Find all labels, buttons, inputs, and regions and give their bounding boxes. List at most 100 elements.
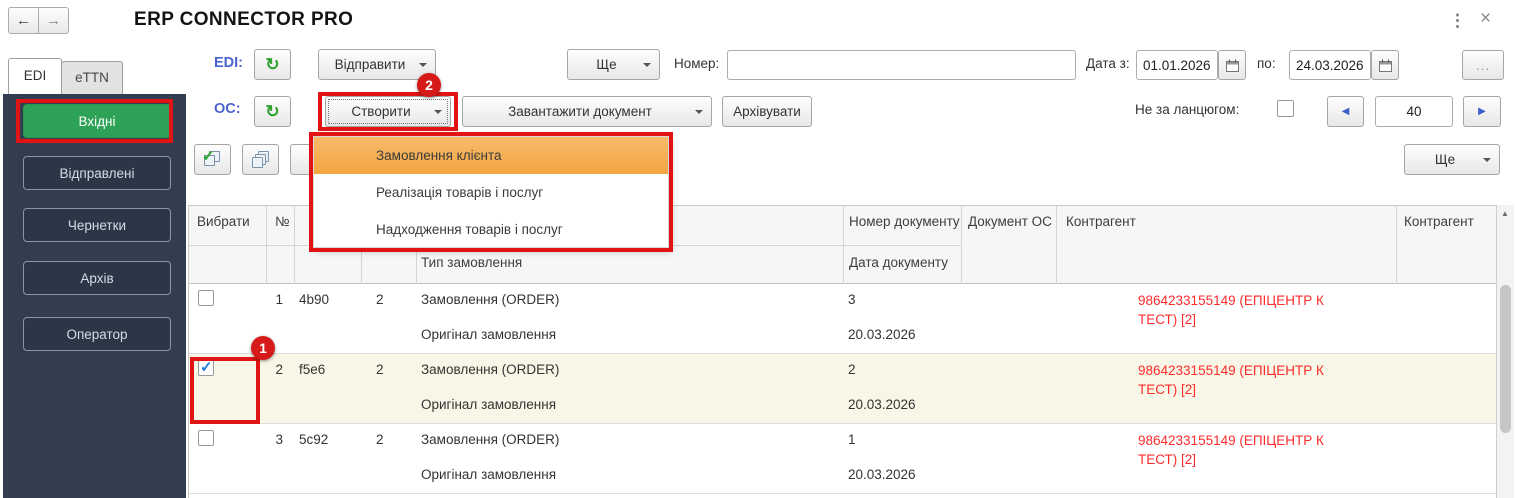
load-document-label: Завантажити документ — [508, 104, 652, 119]
refresh-icon: ↻ — [265, 102, 279, 122]
annotation-badge-1: 1 — [251, 336, 275, 360]
row-doc-type: Замовлення (ORDER) — [421, 432, 559, 447]
row-doc-type: Замовлення (ORDER) — [421, 362, 559, 377]
not-by-chain-checkbox[interactable] — [1277, 100, 1294, 117]
row-doc-type: Замовлення (ORDER) — [421, 292, 559, 307]
date-from-calendar-button[interactable] — [1218, 50, 1246, 80]
col-num[interactable]: № — [275, 214, 289, 229]
more-button-label: Ще — [1435, 152, 1455, 167]
row-id: 4b90 — [299, 292, 329, 307]
row-id: 5c92 — [299, 432, 328, 447]
forward-arrow-icon: → — [46, 12, 61, 29]
list-more-button[interactable]: Ще — [1404, 144, 1500, 175]
row-doc-date: 20.03.2026 — [848, 397, 916, 412]
back-arrow-icon: ← — [16, 12, 31, 29]
col-doc-date[interactable]: Дата документу — [849, 255, 948, 270]
page-size-input[interactable] — [1375, 96, 1453, 127]
sidebar-item-inbox[interactable]: Вхідні — [23, 104, 171, 138]
os-section-label: ОС: — [214, 101, 241, 117]
edi-refresh-button[interactable]: ↻ — [254, 49, 291, 80]
kebab-menu-icon[interactable]: ⋮ — [1449, 11, 1466, 31]
page-prev-button[interactable]: ◀ — [1327, 96, 1364, 127]
date-from-input[interactable] — [1136, 50, 1218, 80]
row-version: 2 — [376, 292, 384, 307]
col-order-type[interactable]: Тип замовлення — [421, 255, 522, 270]
date-to-calendar-button[interactable] — [1371, 50, 1399, 80]
erp-connector-window: ← → ERP CONNECTOR PRO ⋮ × EDI eTTN Вхідн… — [0, 0, 1515, 498]
chevron-down-icon — [695, 110, 703, 114]
col-contragent[interactable]: Контрагент — [1066, 214, 1136, 229]
select-all-button[interactable]: ✓ — [194, 144, 231, 175]
tab-ettn[interactable]: eTTN — [61, 61, 123, 94]
scrollbar-thumb[interactable] — [1500, 285, 1511, 433]
os-refresh-button[interactable]: ↻ — [254, 96, 291, 127]
nav-forward-button[interactable]: → — [38, 7, 69, 34]
date-to-label: по: — [1257, 56, 1276, 71]
row-contragent: 9864233155149 (ЕПІЦЕНТР К ТЕСТ) [2] — [1138, 291, 1350, 329]
sidebar-item-operator[interactable]: Оператор — [23, 317, 171, 351]
ellipsis-button[interactable]: ... — [1462, 50, 1504, 80]
tab-edi[interactable]: EDI — [8, 58, 62, 94]
create-button-label: Створити — [351, 104, 410, 119]
row-doc-date: 20.03.2026 — [848, 327, 916, 342]
menu-item-receipt[interactable]: Надходження товарів і послуг — [314, 211, 668, 248]
sidebar-item-label: Вхідні — [79, 114, 116, 129]
not-by-chain-label: Не за ланцюгом: — [1135, 102, 1239, 117]
sidebar-item-sent[interactable]: Відправлені — [23, 156, 171, 190]
close-icon[interactable]: × — [1480, 8, 1491, 30]
sidebar-item-drafts[interactable]: Чернетки — [23, 208, 171, 242]
sidebar-item-label: Архів — [80, 271, 113, 286]
sidebar-item-label: Відправлені — [60, 166, 135, 181]
row-order-type: Оригінал замовлення — [421, 327, 556, 342]
chevron-down-icon — [643, 63, 651, 67]
archive-button[interactable]: Архівувати — [722, 96, 812, 127]
archive-button-label: Архівувати — [733, 104, 801, 119]
menu-item-sales[interactable]: Реалізація товарів і послуг — [314, 174, 668, 211]
row-number: 3 — [255, 432, 283, 447]
row-number: 2 — [255, 362, 283, 377]
row-order-type: Оригінал замовлення — [421, 467, 556, 482]
load-document-button[interactable]: Завантажити документ — [462, 96, 712, 127]
col-contragent-2[interactable]: Контрагент — [1404, 214, 1488, 229]
sidebar-item-label: Чернетки — [68, 218, 126, 233]
page-next-button[interactable]: ▶ — [1463, 96, 1501, 127]
row-contragent: 9864233155149 (ЕПІЦЕНТР К ТЕСТ) [2] — [1138, 431, 1350, 469]
vertical-scrollbar[interactable]: ▲ — [1496, 205, 1514, 498]
calendar-icon — [1379, 59, 1392, 72]
send-button-label: Відправити — [335, 57, 406, 72]
deselect-all-button[interactable] — [242, 144, 279, 175]
date-from-label: Дата з: — [1086, 56, 1130, 71]
sidebar-item-label: Оператор — [66, 327, 127, 342]
menu-item-customer-order[interactable]: Замовлення клієнта — [314, 137, 668, 174]
nav-back-button[interactable]: ← — [8, 7, 39, 34]
col-select[interactable]: Вибрати — [197, 214, 250, 229]
row-doc-number: 1 — [848, 432, 856, 447]
table-row[interactable]: 3 5c92 2 Замовлення (ORDER) Оригінал зам… — [189, 424, 1496, 494]
create-button[interactable]: Створити — [325, 96, 451, 127]
table-row[interactable]: 2 f5e6 2 Замовлення (ORDER) Оригінал зам… — [189, 354, 1496, 424]
row-contragent: 9864233155149 (ЕПІЦЕНТР К ТЕСТ) [2] — [1138, 361, 1350, 399]
table-row[interactable]: 1 4b90 2 Замовлення (ORDER) Оригінал зам… — [189, 284, 1496, 354]
row-doc-number: 2 — [848, 362, 856, 377]
number-input[interactable] — [727, 50, 1076, 80]
more-button-label: Ще — [596, 57, 616, 72]
col-doc-os[interactable]: Документ ОС — [968, 214, 1052, 229]
select-all-icon: ✓ — [203, 151, 222, 168]
edi-section-label: EDI: — [214, 55, 243, 71]
date-to-input[interactable] — [1289, 50, 1371, 80]
row-checkbox[interactable] — [198, 360, 214, 376]
col-doc-number[interactable]: Номер документу — [849, 214, 960, 229]
chevron-down-icon — [419, 63, 427, 67]
row-order-type: Оригінал замовлення — [421, 397, 556, 412]
row-version: 2 — [376, 432, 384, 447]
edi-more-button[interactable]: Ще — [567, 49, 660, 80]
row-number: 1 — [255, 292, 283, 307]
sidebar-item-archive[interactable]: Архів — [23, 261, 171, 295]
scroll-up-icon[interactable]: ▲ — [1501, 209, 1509, 218]
row-checkbox[interactable] — [198, 290, 214, 306]
send-button[interactable]: Відправити — [318, 49, 436, 80]
row-checkbox[interactable] — [198, 430, 214, 446]
row-doc-date: 20.03.2026 — [848, 467, 916, 482]
row-version: 2 — [376, 362, 384, 377]
calendar-icon — [1226, 59, 1239, 72]
